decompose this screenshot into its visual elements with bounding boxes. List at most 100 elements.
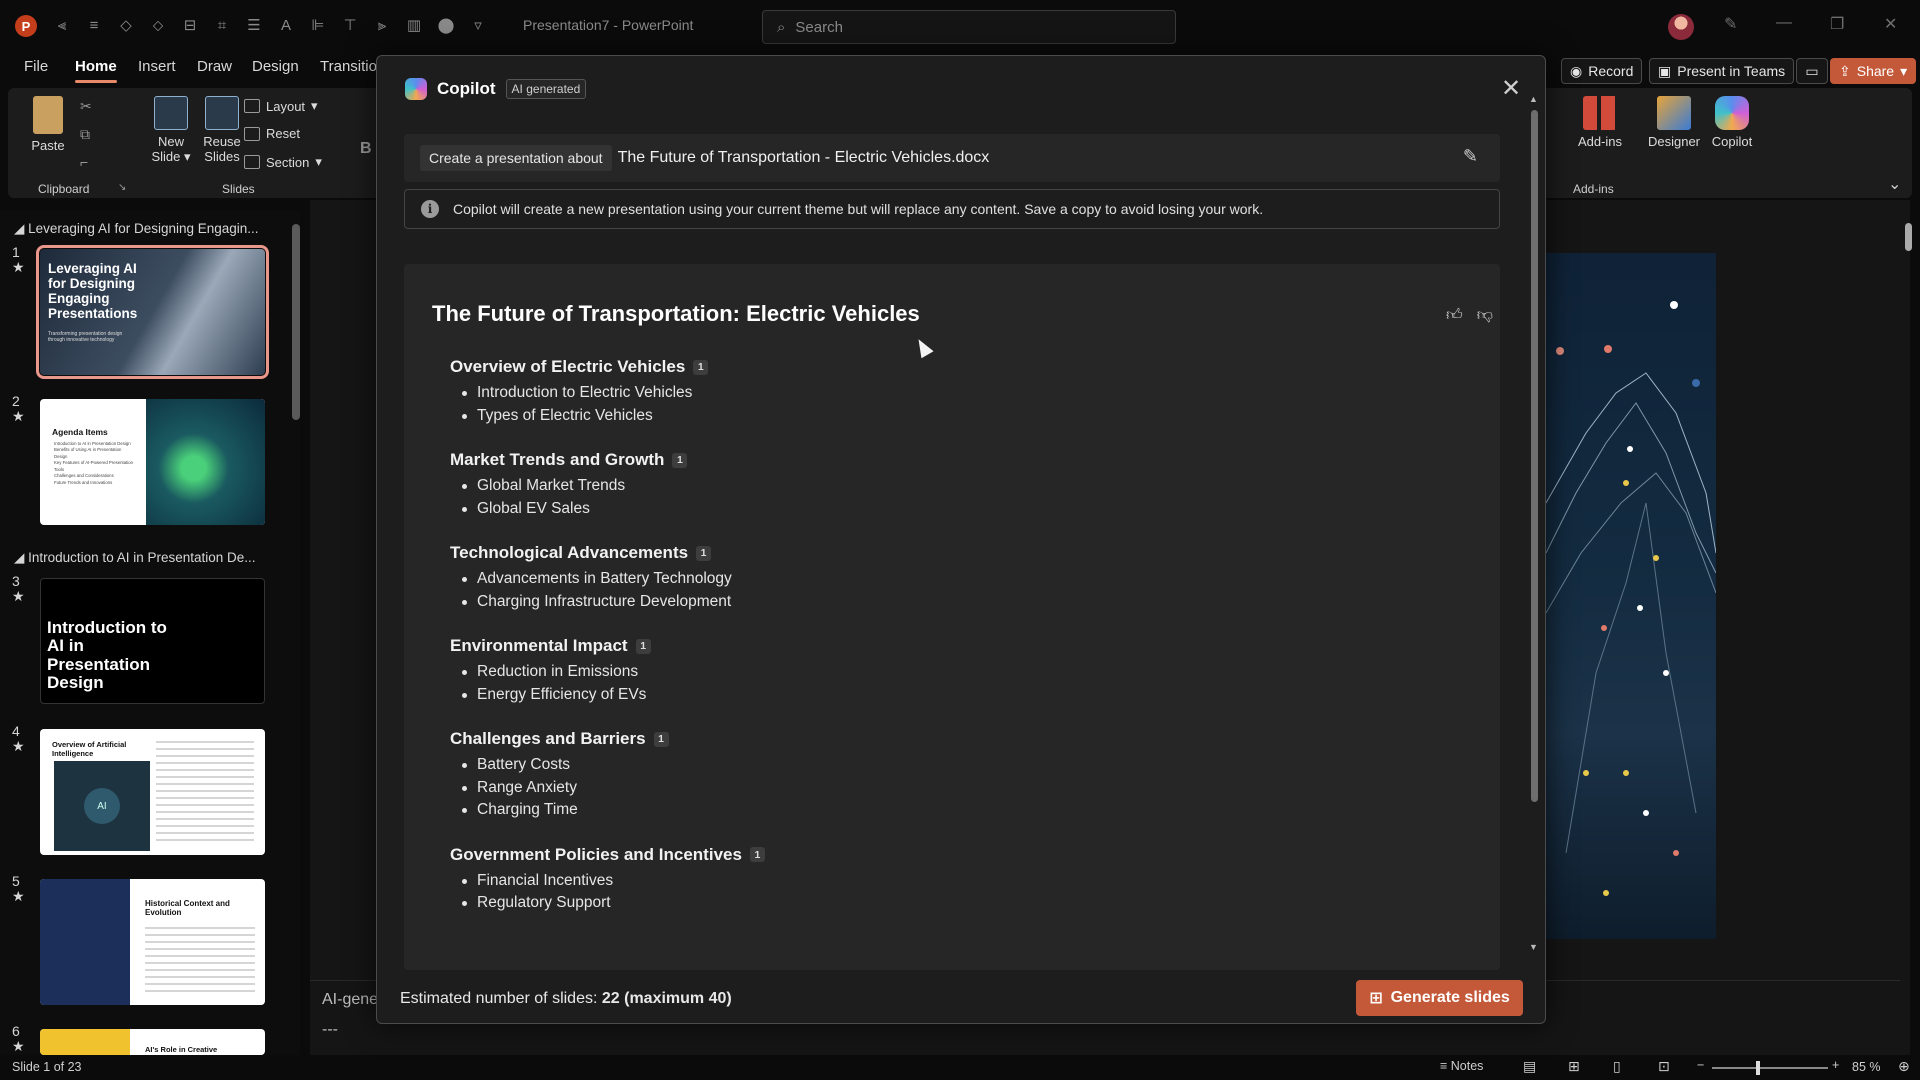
clipboard-icon (33, 96, 63, 134)
group-clipboard: Clipboard (38, 182, 90, 196)
section-header[interactable]: ◢ Introduction to AI in Presentation De.… (14, 550, 256, 566)
thumbnails-scrollbar[interactable] (292, 210, 300, 1050)
close-window-icon[interactable]: ✕ (1884, 14, 1897, 34)
scroll-up-icon[interactable]: ▲ (1529, 94, 1538, 104)
align-objects-icon[interactable]: ⊫ (308, 14, 328, 36)
paste-button[interactable]: Paste (28, 96, 68, 153)
slide-thumbnail-5[interactable]: Historical Context and Evolution (40, 879, 265, 1005)
shape-icon[interactable]: ◇ (116, 14, 136, 36)
generate-slides-label: Generate slides (1390, 989, 1510, 1006)
tab-draw[interactable]: Draw (197, 58, 232, 75)
avatar[interactable] (1668, 14, 1694, 40)
copilot-ribbon-button[interactable]: Copilot (1702, 96, 1762, 149)
text-align-icon[interactable]: ☰ (244, 14, 264, 36)
thumbs-up-icon[interactable]: 👍︎ (1446, 306, 1463, 325)
citation-badge[interactable]: 1 (672, 452, 688, 468)
editor-scrollbar[interactable] (1903, 205, 1915, 1055)
shapes-dropdown-icon[interactable]: ⬤ (436, 14, 456, 36)
citation-badge[interactable]: 1 (693, 359, 709, 375)
align-right-icon[interactable]: ⫸ (372, 14, 392, 36)
thumb-agenda: Introduction to AI in Presentation Desig… (54, 441, 134, 485)
slide-canvas-image (1546, 253, 1716, 939)
align-top-icon[interactable]: ⊤ (340, 14, 360, 36)
format-painter-icon[interactable]: ⌐ (80, 154, 88, 170)
zoom-level[interactable]: 85 % (1852, 1060, 1881, 1074)
tab-home[interactable]: Home (75, 58, 117, 75)
zoom-slider-thumb[interactable] (1756, 1061, 1760, 1075)
add-ins-button[interactable]: Add-ins (1570, 96, 1630, 149)
section-heading: Government Policies and Incentives (450, 844, 742, 864)
scrollbar-thumb[interactable] (1905, 223, 1912, 251)
thumbs-down-icon[interactable]: 👎︎ (1477, 306, 1493, 325)
fit-to-window-icon[interactable]: ⊕ (1898, 1058, 1910, 1075)
new-slide-button[interactable]: New Slide ▾ (146, 96, 196, 165)
tab-design[interactable]: Design (252, 58, 299, 75)
section-button[interactable]: Section ▾ (244, 154, 322, 170)
scrollbar-thumb[interactable] (292, 224, 300, 420)
designer-button[interactable]: Designer (1642, 96, 1706, 149)
slideshow-icon[interactable]: ⊡ (1658, 1058, 1670, 1075)
citation-badge[interactable]: 1 (749, 847, 765, 862)
restore-icon[interactable]: ❐ (1830, 14, 1844, 34)
slide-thumbnail-2[interactable]: Agenda Items Introduction to AI in Prese… (40, 399, 265, 525)
search-input[interactable]: ⌕ Search (762, 10, 1176, 44)
slide-thumbnail-3[interactable]: Introduction to AI in Presentation Desig… (40, 578, 265, 704)
outline-title: The Future of Transportation: Electric V… (432, 301, 920, 326)
distribute-icon[interactable]: ⊟ (180, 14, 200, 36)
notes-button[interactable]: ≡ Notes (1440, 1059, 1483, 1073)
section-header[interactable]: ◢ Leveraging AI for Designing Engagin... (14, 221, 259, 237)
zoom-out-icon[interactable]: − (1697, 1058, 1704, 1072)
cut-icon[interactable]: ✂ (80, 98, 92, 115)
scroll-down-icon[interactable]: ▼ (1529, 942, 1538, 952)
prompt-chip: Create a presentation about (420, 145, 612, 171)
minimize-icon[interactable]: — (1776, 14, 1792, 32)
dialog-scrollbar[interactable]: ▲ ▼ (1529, 94, 1539, 954)
close-icon[interactable]: ✕ (1501, 74, 1521, 103)
citation-badge[interactable]: 1 (696, 545, 712, 561)
comments-button[interactable]: ▭ (1796, 58, 1828, 84)
crop-icon[interactable]: ⌗ (212, 14, 232, 36)
reset-button[interactable]: Reset (244, 126, 300, 141)
align-left-icon[interactable]: ⫷ (52, 14, 72, 36)
share-button[interactable]: ⇪ Share ▾ (1830, 58, 1917, 84)
dialog-launcher-icon[interactable]: ↘ (118, 182, 126, 193)
zoom-in-icon[interactable]: + (1832, 1058, 1839, 1072)
layout-button[interactable]: Layout ▾ (244, 98, 318, 114)
slide-sorter-icon[interactable]: ⊞ (1568, 1058, 1580, 1075)
add-ins-icon (1583, 96, 1617, 130)
slide-thumbnail-6[interactable]: AI's Role in Creative (40, 1029, 265, 1055)
fill-icon[interactable]: ⬦ (148, 14, 168, 36)
slide-estimate-value: 22 (maximum 40) (601, 990, 732, 1007)
customize-qat-icon[interactable]: ▿ (468, 14, 488, 36)
comment-icon: ▭ (1805, 62, 1819, 79)
citation-badge[interactable]: 1 (635, 638, 651, 654)
scrollbar-thumb[interactable] (1531, 110, 1538, 802)
tab-transitions[interactable]: Transitio (320, 58, 377, 75)
align-center-icon[interactable]: ≡ (84, 14, 104, 36)
edit-pencil-icon[interactable]: ✎ (1463, 146, 1478, 167)
section-heading: Technological Advancements (450, 543, 689, 562)
info-text: Copilot will create a new presentation u… (453, 201, 1264, 217)
tab-insert[interactable]: Insert (138, 58, 176, 75)
slide-thumbnail-1[interactable]: Leveraging AI for Designing Engaging Pre… (36, 245, 269, 379)
layout-label: Layout (266, 98, 306, 114)
outline-bullet: Global EV Sales (450, 498, 1450, 521)
copy-icon[interactable]: ⧉ (80, 126, 90, 143)
generate-slides-button[interactable]: ⊞ Generate slides (1356, 980, 1523, 1016)
pen-icon[interactable]: ✎ (1724, 14, 1737, 34)
reuse-slides-button[interactable]: Reuse Slides (196, 96, 248, 164)
present-in-teams-button[interactable]: ▣ Present in Teams (1649, 58, 1795, 84)
text-icon[interactable]: A (276, 14, 296, 36)
slide-thumbnails-pane: ◢ Leveraging AI for Designing Engagin...… (0, 210, 300, 1055)
outline-bullet: Reduction in Emissions (450, 661, 1450, 684)
normal-view-icon[interactable]: ▤ (1523, 1058, 1536, 1075)
citation-badge[interactable]: 1 (653, 731, 669, 747)
bold-button[interactable]: B (360, 140, 372, 158)
record-button[interactable]: ◉ Record (1561, 58, 1643, 84)
reading-view-icon[interactable]: ▯ (1613, 1058, 1621, 1075)
zoom-slider[interactable] (1712, 1061, 1828, 1075)
collapse-ribbon-icon[interactable]: ⌄ (1888, 174, 1901, 194)
tab-file[interactable]: File (24, 58, 48, 75)
chart-icon[interactable]: ▥ (404, 14, 424, 36)
slide-thumbnail-4[interactable]: Overview of Artificial Intelligence AI (40, 729, 265, 855)
